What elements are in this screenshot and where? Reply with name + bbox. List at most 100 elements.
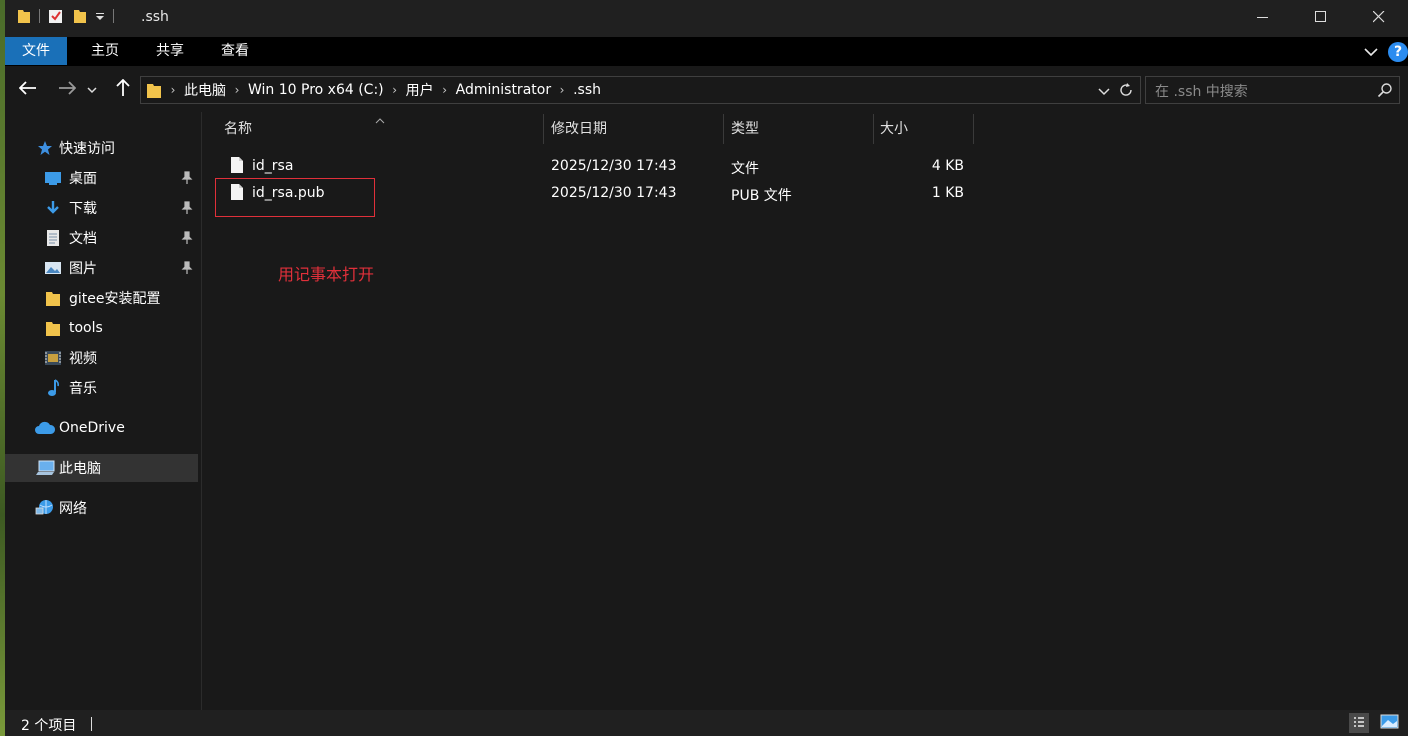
- sidebar-item-music[interactable]: 音乐: [5, 374, 198, 402]
- search-input[interactable]: 在 .ssh 中搜索: [1145, 76, 1400, 104]
- sidebar-item-videos[interactable]: 视频: [5, 344, 198, 372]
- cloud-icon: [34, 419, 56, 437]
- table-row[interactable]: id_rsa 2025/12/30 17:43 文件 4 KB: [216, 154, 976, 180]
- divider: [91, 717, 92, 731]
- sidebar-label: gitee安装配置: [69, 291, 161, 307]
- sidebar-item-quick-access[interactable]: 快速访问: [5, 134, 198, 162]
- back-button[interactable]: [16, 78, 40, 102]
- file-list: 名称 修改日期 类型 大小 id_rsa 2025/12/30 17:43 文件…: [202, 112, 1408, 710]
- item-count: 2 个项目: [21, 718, 77, 734]
- breadcrumb-separator[interactable]: ›: [390, 83, 400, 97]
- file-size: 4 KB: [931, 158, 964, 174]
- breadcrumb: › 此电脑 › Win 10 Pro x64 (C:) › 用户 › Admin…: [141, 77, 607, 103]
- refresh-icon[interactable]: [1118, 82, 1134, 102]
- help-icon[interactable]: ?: [1388, 42, 1408, 62]
- title-bar: .ssh: [5, 0, 1408, 37]
- file-date: 2025/12/30 17:43: [551, 185, 677, 201]
- large-icons-view-icon[interactable]: [1380, 714, 1400, 734]
- minimize-icon: [1257, 11, 1269, 27]
- breadcrumb-users[interactable]: 用户: [400, 80, 440, 100]
- annotation-text: 用记事本打开: [278, 265, 375, 284]
- pictures-icon: [44, 259, 62, 277]
- sidebar-item-pictures[interactable]: 图片: [5, 254, 198, 282]
- arrow-right-icon: [58, 81, 77, 99]
- pin-icon[interactable]: [181, 171, 193, 189]
- breadcrumb-ssh[interactable]: .ssh: [567, 82, 607, 98]
- music-icon: [44, 379, 62, 397]
- column-header-size[interactable]: 大小: [880, 112, 908, 144]
- column-divider[interactable]: [973, 114, 974, 144]
- breadcrumb-separator[interactable]: ›: [440, 83, 450, 97]
- file-type: 文件: [731, 161, 759, 177]
- breadcrumb-separator[interactable]: ›: [168, 83, 178, 97]
- forward-button[interactable]: [55, 78, 79, 102]
- videos-icon: [44, 349, 62, 367]
- folder-icon[interactable]: [17, 8, 31, 24]
- properties-icon[interactable]: [48, 8, 64, 24]
- address-dropdown-icon[interactable]: [1098, 85, 1110, 101]
- sidebar-label: tools: [69, 320, 103, 336]
- column-divider[interactable]: [873, 114, 874, 144]
- network-icon: [34, 499, 56, 517]
- sidebar-item-tools[interactable]: tools: [5, 314, 198, 342]
- breadcrumb-separator[interactable]: ›: [557, 83, 567, 97]
- tab-share[interactable]: 共享: [139, 37, 201, 65]
- desktop-icon: [44, 169, 62, 187]
- status-bar: 2 个项目: [5, 710, 1408, 736]
- ribbon: 文件 主页 共享 查看 ?: [5, 37, 1408, 66]
- sidebar-item-desktop[interactable]: 桌面: [5, 164, 198, 192]
- column-header-name[interactable]: 名称: [224, 112, 252, 144]
- file-date: 2025/12/30 17:43: [551, 158, 677, 174]
- sidebar-item-gitee[interactable]: gitee安装配置: [5, 284, 198, 312]
- divider: [39, 9, 40, 23]
- sidebar-item-downloads[interactable]: 下载: [5, 194, 198, 222]
- breadcrumb-administrator[interactable]: Administrator: [450, 82, 557, 98]
- close-button[interactable]: [1350, 0, 1408, 37]
- pin-icon[interactable]: [181, 231, 193, 249]
- breadcrumb-separator[interactable]: ›: [232, 83, 242, 97]
- column-header-type[interactable]: 类型: [731, 112, 759, 144]
- tab-file[interactable]: 文件: [5, 37, 67, 65]
- column-divider[interactable]: [723, 114, 724, 144]
- sort-ascending-icon: [375, 112, 385, 128]
- breadcrumb-drive[interactable]: Win 10 Pro x64 (C:): [242, 82, 390, 98]
- sidebar-label: 下载: [69, 201, 97, 217]
- sidebar-label: OneDrive: [59, 420, 125, 436]
- pin-icon[interactable]: [181, 201, 193, 219]
- folder-icon: [146, 81, 162, 99]
- file-icon: [230, 156, 244, 178]
- quick-access-toolbar: [17, 8, 114, 24]
- sidebar-item-this-pc[interactable]: 此电脑: [5, 454, 198, 482]
- file-size: 1 KB: [931, 185, 964, 201]
- sidebar-label: 音乐: [69, 381, 97, 397]
- maximize-button[interactable]: [1292, 0, 1350, 37]
- sidebar-item-onedrive[interactable]: OneDrive: [5, 414, 198, 442]
- computer-icon: [34, 459, 56, 477]
- sidebar-label: 文档: [69, 231, 97, 247]
- sidebar-label: 网络: [59, 501, 87, 517]
- sidebar-label: 视频: [69, 351, 97, 367]
- expand-ribbon-icon[interactable]: [1364, 45, 1378, 61]
- search-placeholder: 在 .ssh 中搜索: [1155, 84, 1248, 100]
- download-icon: [44, 199, 62, 217]
- tab-home[interactable]: 主页: [74, 37, 136, 65]
- breadcrumb-this-pc[interactable]: 此电脑: [178, 80, 232, 100]
- new-folder-icon[interactable]: [73, 8, 87, 24]
- sidebar-label: 图片: [69, 261, 97, 277]
- customize-qat-icon[interactable]: [95, 10, 105, 22]
- sidebar-item-documents[interactable]: 文档: [5, 224, 198, 252]
- close-icon: [1372, 10, 1385, 27]
- recent-locations-button[interactable]: [85, 78, 99, 102]
- column-header-date[interactable]: 修改日期: [551, 112, 607, 144]
- details-view-icon[interactable]: [1349, 713, 1369, 733]
- column-divider[interactable]: [543, 114, 544, 144]
- up-button[interactable]: [111, 78, 135, 102]
- pin-icon[interactable]: [181, 261, 193, 279]
- chevron-down-icon: [87, 82, 97, 98]
- tab-view[interactable]: 查看: [204, 37, 266, 65]
- sidebar-item-network[interactable]: 网络: [5, 494, 198, 522]
- sidebar-label: 快速访问: [59, 141, 115, 157]
- address-bar[interactable]: › 此电脑 › Win 10 Pro x64 (C:) › 用户 › Admin…: [140, 76, 1141, 104]
- highlight-box: [215, 178, 375, 217]
- minimize-button[interactable]: [1234, 0, 1292, 37]
